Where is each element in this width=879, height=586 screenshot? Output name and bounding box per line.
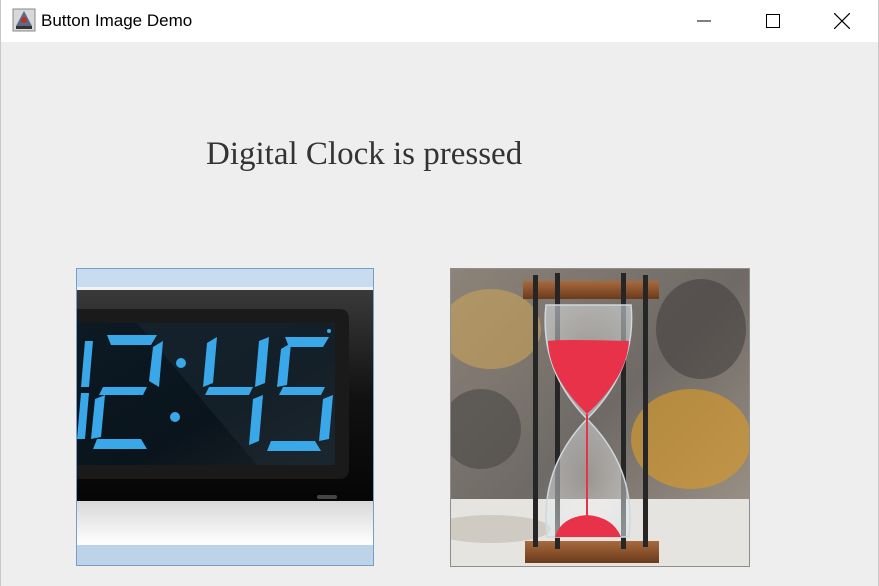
maximize-icon xyxy=(766,14,780,28)
app-window: Button Image Demo Digital Clock is press… xyxy=(0,0,879,586)
window-title: Button Image Demo xyxy=(41,11,193,30)
maximize-button[interactable] xyxy=(740,0,806,42)
hourglass-image xyxy=(451,269,749,566)
title-bar[interactable]: Button Image Demo xyxy=(1,0,878,42)
digital-clock-button[interactable] xyxy=(76,268,374,566)
close-button[interactable] xyxy=(809,0,875,42)
minimize-button[interactable] xyxy=(671,0,737,42)
content-pane: Digital Clock is pressed xyxy=(1,42,878,586)
minimize-icon xyxy=(697,20,711,22)
close-icon xyxy=(834,13,850,29)
hourglass-button[interactable] xyxy=(450,268,750,567)
digital-clock-image xyxy=(77,269,373,565)
java-app-icon xyxy=(12,8,36,32)
status-label: Digital Clock is pressed xyxy=(206,136,523,172)
